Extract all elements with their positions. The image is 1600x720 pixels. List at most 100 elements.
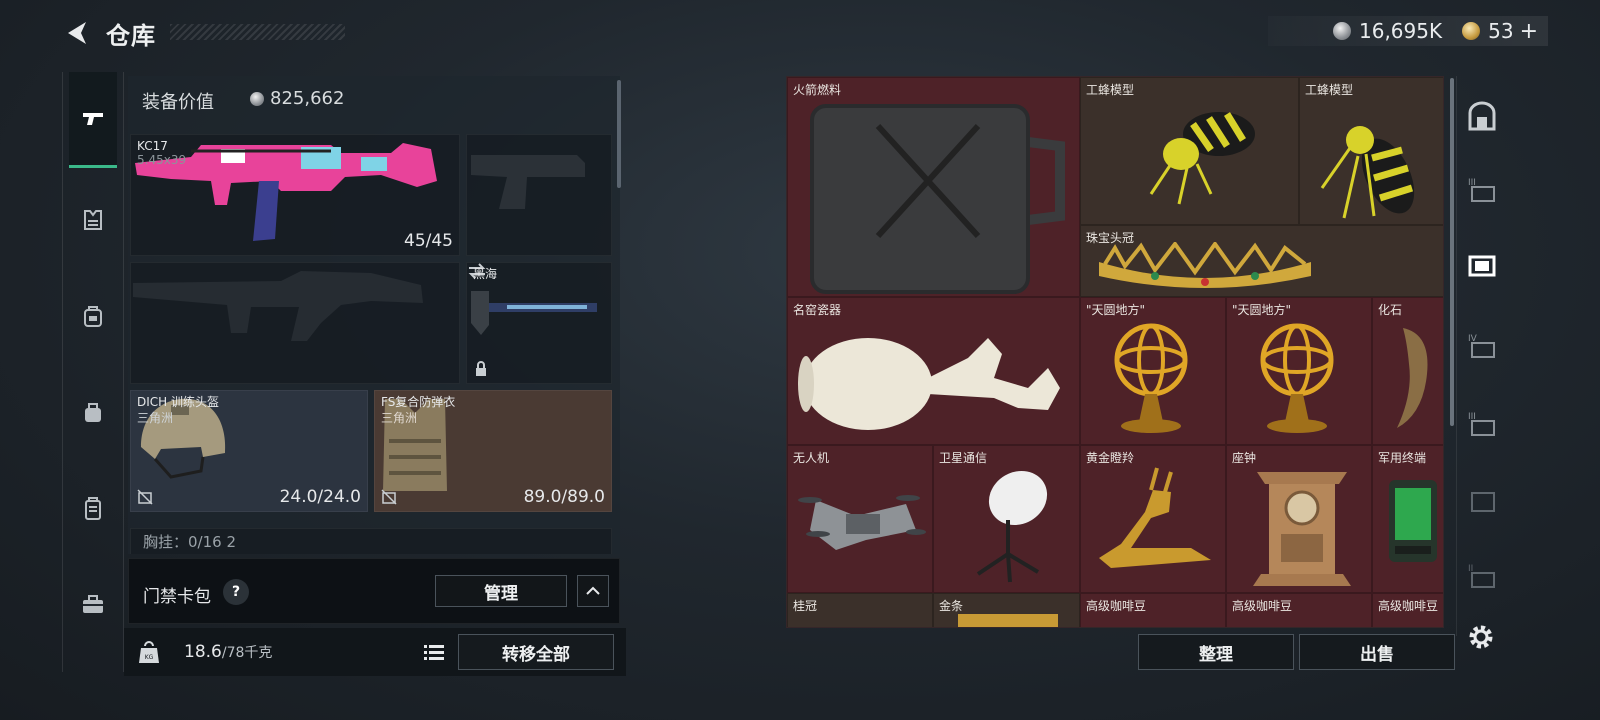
item-name: 工蜂模型 <box>1086 83 1135 97</box>
equip-value: 825,662 <box>250 88 344 109</box>
military-terminal-image <box>1389 480 1437 562</box>
stash-item[interactable]: 金条 <box>933 593 1080 627</box>
item-name: 火箭燃料 <box>793 83 842 97</box>
chest-rig-label: 胸挂：0/16 2 <box>143 533 236 551</box>
secondary-rifle-slot[interactable] <box>130 262 460 384</box>
add-currency-button[interactable]: + <box>1520 19 1538 44</box>
access-card-bar: 门禁卡包 ? 管理 <box>128 558 620 624</box>
stash-item[interactable]: 工蜂模型 <box>1080 77 1299 225</box>
primary-weapon-slot[interactable]: KC17 5.45x39 45/45 <box>130 134 460 256</box>
stash-item[interactable]: 工蜂模型 <box>1299 77 1443 225</box>
item-name: 金条 <box>939 599 964 613</box>
jerry-can-image <box>810 104 1065 294</box>
secondary-weapon-slot[interactable] <box>466 134 612 256</box>
item-name: 无人机 <box>793 451 830 465</box>
stash-item[interactable]: 珠宝头冠 <box>1080 225 1443 297</box>
silver-currency-value: 16,695K <box>1359 19 1443 43</box>
rifle-silhouette-icon <box>133 271 423 341</box>
stash-tab-7[interactable]: II <box>1463 556 1501 594</box>
pistol-silhouette-icon <box>471 155 585 209</box>
storage-page-icon <box>1471 492 1495 512</box>
unequip-icon[interactable] <box>137 489 153 505</box>
stash-item[interactable]: 黄金瞪羚 <box>1080 445 1226 593</box>
back-arrow-icon[interactable] <box>62 18 92 48</box>
silver-coin-icon <box>1333 22 1351 40</box>
stash-item[interactable]: 名窑瓷器 <box>787 297 1080 445</box>
drone-image <box>798 495 926 550</box>
bee-model-image <box>1149 112 1255 205</box>
nav-weapons[interactable] <box>69 72 117 168</box>
nav-bag[interactable] <box>69 388 117 436</box>
item-name: 工蜂模型 <box>1305 83 1354 97</box>
armor-durability: 89.0/89.0 <box>523 487 605 507</box>
storage-page-icon: IV <box>1468 334 1495 358</box>
stash-item[interactable]: "天圆地方" <box>1226 297 1372 445</box>
pistol-icon <box>83 112 103 125</box>
equip-value-number: 825,662 <box>270 88 345 109</box>
gear-icon[interactable] <box>1464 620 1498 654</box>
stash-item[interactable]: "天圆地方" <box>1080 297 1226 445</box>
armillary-sphere-image <box>1260 323 1334 433</box>
storage-page-icon: II <box>1468 564 1495 588</box>
loadout-scrollbar[interactable] <box>617 80 621 188</box>
melee-slot[interactable]: 黑海 <box>466 262 612 384</box>
storage-page-active-icon <box>1468 255 1496 277</box>
item-name: 军用终端 <box>1378 451 1427 465</box>
axe-image <box>471 291 597 335</box>
stash-item[interactable]: 军用终端 <box>1372 445 1443 593</box>
unequip-icon[interactable] <box>381 489 397 505</box>
stash-grid: 火箭燃料 工蜂模型 工蜂模型 珠宝头冠 名窑瓷器 "天圆地方" "天圆地方" 化… <box>786 76 1444 628</box>
loadout-panel: 装备价值 825,662 KC17 5.45x39 45/45 黑海 DICH … <box>128 76 620 554</box>
stash-tab-4[interactable]: IV <box>1463 326 1501 364</box>
rifle-image <box>135 143 437 241</box>
help-button[interactable]: ? <box>223 579 249 605</box>
transfer-all-button[interactable]: 转移全部 <box>458 634 614 670</box>
item-name: 卫星通信 <box>939 451 988 465</box>
stash-item[interactable]: 座钟 <box>1226 445 1372 593</box>
item-name: "天圆地方" <box>1232 303 1292 317</box>
stash-item[interactable]: 高级咖啡豆 <box>1226 593 1372 627</box>
sort-button[interactable]: 整理 <box>1138 634 1294 670</box>
satellite-dish-image <box>976 470 1048 583</box>
currency-bar: 16,695K 53 + <box>1268 16 1548 46</box>
lock-icon <box>476 361 486 376</box>
bee-model-image <box>1320 126 1415 219</box>
helmet-durability: 24.0/24.0 <box>279 487 361 507</box>
chevron-up-icon <box>586 586 600 595</box>
stash-item[interactable]: 火箭燃料 <box>787 77 1080 297</box>
nav-toolbox[interactable] <box>69 580 117 628</box>
stash-item[interactable]: 无人机 <box>787 445 933 593</box>
nav-container[interactable] <box>69 484 117 532</box>
armor-origin: 三角洲 <box>381 411 418 425</box>
stash-item[interactable]: 卫星通信 <box>933 445 1080 593</box>
item-name: "天圆地方" <box>1086 303 1146 317</box>
stash-item[interactable]: 化石 <box>1372 297 1443 445</box>
sell-button[interactable]: 出售 <box>1299 634 1455 670</box>
helmet-name: DICH 训练头盔 <box>137 395 219 409</box>
stash-tab-5[interactable]: III <box>1463 404 1501 442</box>
list-view-button[interactable] <box>420 638 448 666</box>
stash-item[interactable]: 桂冠 <box>787 593 933 627</box>
helmet-slot[interactable]: DICH 训练头盔 三角洲 24.0/24.0 <box>130 390 368 512</box>
vault-icon <box>1468 101 1496 131</box>
manage-button[interactable]: 管理 <box>435 575 567 607</box>
equip-value-label: 装备价值 <box>142 92 214 113</box>
stash-scrollbar[interactable] <box>1450 78 1454 426</box>
nav-armor[interactable] <box>69 196 117 244</box>
armillary-sphere-image <box>1114 323 1188 433</box>
nav-backpack[interactable] <box>69 292 117 340</box>
storage-page-icon: III <box>1468 178 1495 202</box>
stash-tab-all[interactable] <box>1463 98 1501 136</box>
stash-item[interactable]: 高级咖啡豆 <box>1372 593 1443 627</box>
stash-tab-6[interactable] <box>1463 480 1501 518</box>
gold-currency-value: 53 <box>1488 19 1514 43</box>
armor-slot[interactable]: FS复合防弹衣 三角洲 89.0/89.0 <box>374 390 612 512</box>
desk-clock-image <box>1253 472 1351 586</box>
stash-item[interactable]: 高级咖啡豆 <box>1080 593 1226 627</box>
collapse-button[interactable] <box>577 575 609 607</box>
item-name: 桂冠 <box>793 599 818 613</box>
chest-rig-slot[interactable]: 胸挂：0/16 2 <box>130 528 612 554</box>
stash-tab-active[interactable] <box>1463 246 1501 284</box>
stash-tab-3[interactable]: III <box>1463 170 1501 208</box>
helmet-origin: 三角洲 <box>137 411 174 425</box>
